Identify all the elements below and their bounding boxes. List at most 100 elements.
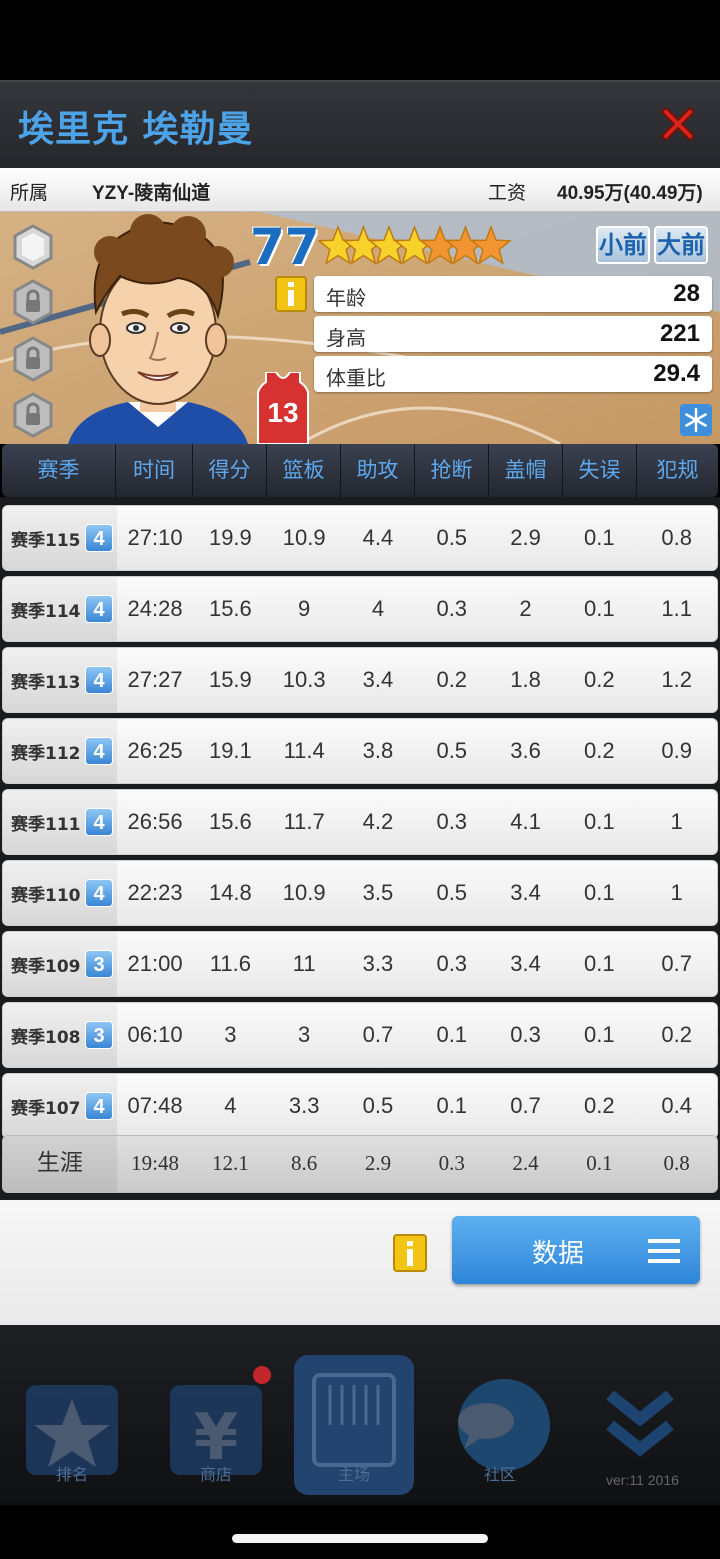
cell-time: 24:28 (127, 596, 183, 621)
stat-row-age: 年龄 28 (314, 276, 712, 312)
col-header-time[interactable]: 时间 (116, 444, 193, 497)
nav-home-court[interactable]: 主场 (294, 1355, 414, 1495)
table-row[interactable]: 赛季115 4 27:10 19.9 10.9 4.4 0.5 2.9 0.1 0.8 (2, 505, 718, 571)
cell-rebounds: 10.9 (282, 880, 326, 905)
table-row[interactable]: 赛季111 4 26:56 15.6 11.7 4.2 0.3 4.1 0.1 1 (2, 789, 718, 855)
nav-label: 排名 (55, 1465, 88, 1484)
ability-slot-empty[interactable] (13, 224, 53, 270)
cell-rebounds: 3 (298, 1022, 311, 1047)
cell-blocks: 2 (519, 596, 532, 621)
career-cell: 0.1 (586, 1151, 613, 1175)
table-row[interactable]: 赛季113 4 27:27 15.9 10.3 3.4 0.2 1.8 0.2 1.2 (2, 647, 718, 713)
cell-turnovers: 0.1 (584, 880, 615, 905)
ability-slot-locked[interactable] (13, 392, 53, 438)
data-button[interactable]: 数据 (452, 1216, 700, 1284)
league-level-badge: 4 (85, 879, 113, 907)
info-icon[interactable] (393, 1234, 427, 1272)
info-icon[interactable] (275, 276, 307, 312)
cell-steals: 0.3 (436, 951, 468, 976)
cell-steals: 0.5 (436, 738, 468, 763)
career-label: 生涯 (3, 1136, 117, 1192)
table-row[interactable]: 赛季110 4 22:23 14.8 10.9 3.5 0.5 3.4 0.1 1 (2, 860, 718, 926)
info-bar: 所属 YZY-陵南仙道 工资 40.95万(40.49万) (0, 168, 720, 212)
table-row[interactable]: 赛季108 3 06:10 3 3 0.7 0.1 0.3 0.1 0.2 (2, 1002, 718, 1068)
table-row[interactable]: 赛季109 3 21:00 11.6 11 3.3 0.3 3.4 0.1 0.7 (2, 931, 718, 997)
status-bar-area (0, 0, 720, 80)
stat-label: 体重比 (326, 366, 386, 390)
season-cell: 赛季107 4 (3, 1074, 117, 1138)
cell-blocks: 3.4 (510, 880, 541, 905)
stat-label: 年龄 (326, 286, 366, 310)
table-row[interactable]: 赛季114 4 24:28 15.6 9 4 0.3 2 0.1 1.1 (2, 576, 718, 642)
nav-label: 商店 (199, 1465, 232, 1484)
cell-turnovers: 0.1 (584, 809, 615, 834)
cell-steals: 0.1 (436, 1022, 468, 1047)
nav-ranking[interactable]: 排名 (12, 1355, 132, 1495)
col-header-assists[interactable]: 助攻 (341, 444, 415, 497)
stats-table-header: 赛季 时间 得分 篮板 助攻 抢断 盖帽 失误 犯规 (2, 444, 718, 497)
nav-shop[interactable]: ¥ 商店 (156, 1355, 276, 1495)
ability-slot-locked[interactable] (13, 336, 53, 382)
snowflake-icon[interactable] (680, 404, 712, 436)
cell-steals: 0.3 (436, 809, 468, 834)
salary-label: 工资 (488, 183, 527, 204)
career-cell: 2.4 (512, 1151, 539, 1175)
col-header-points[interactable]: 得分 (193, 444, 267, 497)
jersey-icon: 13 (257, 372, 309, 444)
cell-assists: 4.2 (362, 809, 394, 834)
cell-points: 19.1 (208, 738, 252, 763)
league-level-badge: 4 (85, 524, 113, 552)
cell-blocks: 2.9 (510, 525, 541, 550)
stat-row-weight-ratio: 体重比 29.4 (314, 356, 712, 392)
nav-community[interactable]: 社区 (440, 1355, 560, 1495)
col-header-turnovers[interactable]: 失误 (563, 444, 637, 497)
season-cell: 赛季115 4 (3, 506, 117, 570)
cell-time: 06:10 (127, 1022, 183, 1047)
season-cell: 赛季111 4 (3, 790, 117, 854)
col-header-season[interactable]: 赛季 (2, 444, 116, 497)
player-avatar (68, 214, 248, 444)
season-cell: 赛季110 4 (3, 861, 117, 925)
table-row[interactable]: 赛季112 4 26:25 19.1 11.4 3.8 0.5 3.6 0.2 0.9 (2, 718, 718, 784)
league-level-badge: 3 (85, 1021, 113, 1049)
cell-assists: 3.8 (362, 738, 394, 763)
title-bar: 埃里克 埃勒曼 (0, 80, 720, 168)
home-indicator[interactable] (232, 1534, 488, 1543)
season-label: 赛季108 (11, 1028, 81, 1048)
cell-rebounds: 9 (298, 596, 311, 621)
player-name: 埃里克 埃勒曼 (18, 109, 254, 150)
season-label: 赛季115 (11, 531, 81, 551)
data-button-label: 数据 (532, 1239, 585, 1269)
cell-fouls: 0.9 (661, 738, 692, 763)
star-orange-icon (469, 224, 513, 265)
ability-slot-locked[interactable] (13, 279, 53, 325)
stat-value: 29.4 (653, 360, 700, 387)
star-rating (318, 224, 513, 265)
table-row[interactable]: 赛季107 4 07:48 4 3.3 0.5 0.1 0.7 0.2 0.4 (2, 1073, 718, 1139)
close-icon[interactable] (656, 102, 700, 146)
cell-points: 4 (224, 1093, 237, 1118)
cell-steals: 0.1 (436, 1093, 468, 1118)
cell-turnovers: 0.1 (584, 525, 615, 550)
cell-fouls: 1 (670, 880, 683, 905)
season-cell: 赛季109 3 (3, 932, 117, 996)
career-row: 生涯 19:48 12.1 8.6 2.9 0.3 2.4 0.1 0.8 (2, 1135, 718, 1193)
col-header-fouls[interactable]: 犯规 (637, 444, 718, 497)
stats-table-body[interactable]: 赛季115 4 27:10 19.9 10.9 4.4 0.5 2.9 0.1 0.8 赛季114 4… (0, 497, 720, 1207)
jersey-number: 13 (267, 397, 298, 428)
col-header-rebounds[interactable]: 篮板 (267, 444, 341, 497)
cell-points: 15.6 (208, 809, 252, 834)
stat-value: 221 (659, 320, 700, 347)
col-header-steals[interactable]: 抢断 (415, 444, 489, 497)
cell-rebounds: 3.3 (288, 1093, 320, 1118)
cell-steals: 0.5 (436, 880, 468, 905)
cell-time: 07:48 (127, 1093, 183, 1118)
col-header-blocks[interactable]: 盖帽 (489, 444, 563, 497)
stat-label: 身高 (326, 326, 366, 350)
cell-rebounds: 10.3 (282, 667, 326, 692)
team-value: YZY-陵南仙道 (92, 183, 211, 204)
cell-assists: 3.5 (362, 880, 394, 905)
cell-blocks: 3.6 (510, 738, 541, 763)
stat-row-height: 身高 221 (314, 316, 712, 352)
cell-points: 19.9 (208, 525, 252, 550)
